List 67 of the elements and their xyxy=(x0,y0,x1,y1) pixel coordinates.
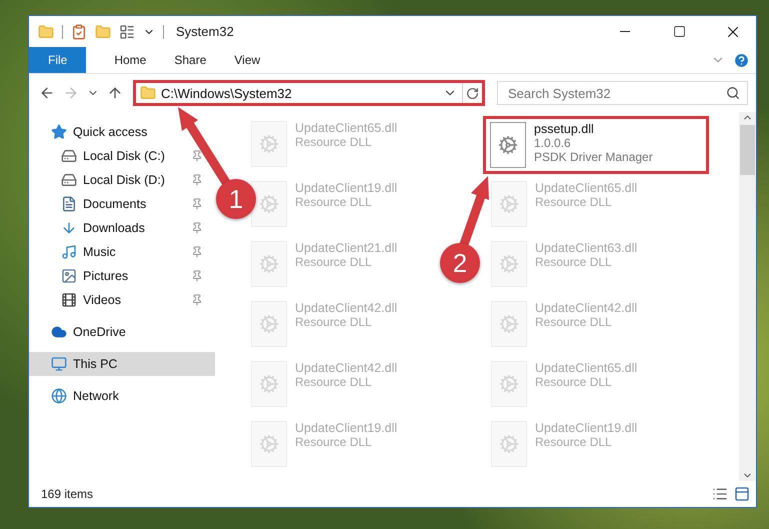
properties-icon[interactable] xyxy=(71,24,87,40)
forward-arrow-icon xyxy=(63,85,79,101)
download-icon xyxy=(61,220,77,236)
pin-icon[interactable] xyxy=(191,222,203,234)
drive-icon xyxy=(61,148,77,164)
file-description: Resource DLL xyxy=(535,435,612,449)
view-list-icon[interactable] xyxy=(119,24,135,40)
maximize-icon xyxy=(672,25,686,38)
music-note-icon xyxy=(61,244,77,260)
ribbon-tab[interactable]: View xyxy=(220,47,274,73)
file-description: Resource DLL xyxy=(295,255,372,269)
picture-icon xyxy=(61,268,77,284)
scroll-thumb[interactable] xyxy=(740,125,755,175)
refresh-icon xyxy=(466,86,479,100)
pin-icon[interactable] xyxy=(191,174,203,186)
file-description: Resource DLL xyxy=(295,375,372,389)
sidebar-item[interactable]: Local Disk (D:) xyxy=(61,170,165,190)
folder-icon[interactable] xyxy=(38,24,54,40)
details-view-icon[interactable] xyxy=(712,486,728,502)
drive-icon xyxy=(61,172,77,188)
dll-file-icon[interactable] xyxy=(490,122,526,168)
address-bar[interactable]: C:\Windows\System32 xyxy=(133,80,485,106)
globe-icon xyxy=(51,388,67,404)
sidebar-item[interactable]: Videos xyxy=(61,290,121,310)
file-description: Resource DLL xyxy=(295,195,372,209)
sidebar-item[interactable]: Documents xyxy=(61,194,146,214)
new-folder-icon[interactable] xyxy=(95,24,111,40)
pin-icon[interactable] xyxy=(191,198,203,210)
star-icon xyxy=(51,124,67,140)
ribbon-tab[interactable]: Home xyxy=(100,47,160,73)
search-icon xyxy=(726,86,740,100)
film-icon xyxy=(61,292,77,308)
file-description: Resource DLL xyxy=(535,375,612,389)
file-description: Resource DLL xyxy=(535,255,612,269)
sidebar-item[interactable]: This PC xyxy=(51,354,118,374)
pin-icon[interactable] xyxy=(191,270,203,282)
file-description: Resource DLL xyxy=(295,435,372,449)
file-description: Resource DLL xyxy=(295,135,372,149)
help-icon[interactable] xyxy=(733,52,750,68)
sidebar-item[interactable]: Network xyxy=(51,386,119,406)
cloud-icon xyxy=(51,324,67,340)
pin-icon[interactable] xyxy=(191,294,203,306)
scrollbar[interactable] xyxy=(739,112,756,481)
sidebar-item[interactable]: Pictures xyxy=(61,266,128,286)
item-count: 169 items xyxy=(41,487,94,501)
file-description: Resource DLL xyxy=(535,315,612,329)
search-field[interactable]: Search System32 xyxy=(497,81,748,105)
sidebar-item[interactable]: Local Disk (C:) xyxy=(61,146,165,166)
file-version: 1.0.0.6 xyxy=(534,136,571,150)
ribbon-tab[interactable]: File xyxy=(29,47,86,73)
file-description: Resource DLL xyxy=(535,195,612,209)
sidebar-item[interactable]: Music xyxy=(61,242,116,262)
sidebar-item[interactable]: Downloads xyxy=(61,218,145,238)
folder-icon xyxy=(140,85,156,101)
document-icon xyxy=(61,196,77,212)
monitor-icon xyxy=(51,356,67,372)
file-description: Resource DLL xyxy=(295,315,372,329)
sidebar-item[interactable]: Quick access xyxy=(51,122,148,142)
sidebar-item[interactable]: OneDrive xyxy=(51,322,126,342)
file-description: PSDK Driver Manager xyxy=(534,150,653,164)
window-title: System32 xyxy=(176,24,234,39)
pin-icon[interactable] xyxy=(191,150,203,162)
ribbon-tab[interactable]: Share xyxy=(160,47,220,73)
pin-icon[interactable] xyxy=(191,246,203,258)
file-name[interactable]: pssetup.dll xyxy=(534,122,594,136)
minimize-icon xyxy=(620,31,630,32)
large-icons-view-icon[interactable] xyxy=(734,486,750,502)
